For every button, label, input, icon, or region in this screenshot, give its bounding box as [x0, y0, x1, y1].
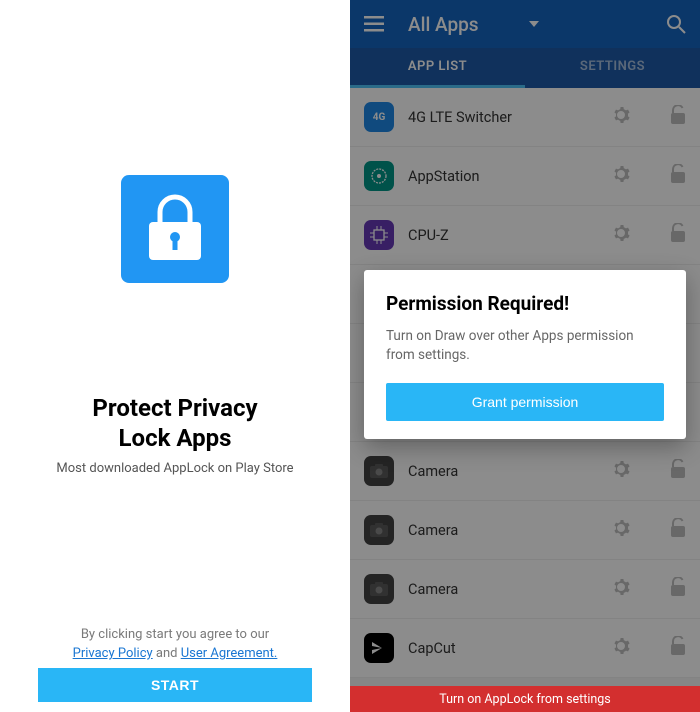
app-name-label: CPU-Z: [408, 227, 598, 244]
dropdown-icon[interactable]: [529, 21, 539, 27]
app-icon: [364, 515, 394, 545]
menu-icon[interactable]: [364, 16, 384, 32]
tab-settings[interactable]: SETTINGS: [525, 48, 700, 88]
app-row[interactable]: Camera: [350, 501, 700, 560]
app-icon: [364, 220, 394, 250]
dialog-body: Turn on Draw over other Apps permission …: [386, 327, 664, 365]
app-row[interactable]: CPU-Z: [350, 206, 700, 265]
lock-icon: [145, 194, 205, 264]
tab-app-list[interactable]: APP LIST: [350, 48, 525, 88]
app-name-label: CapCut: [408, 640, 598, 657]
gear-icon[interactable]: [612, 224, 630, 246]
app-icon: [364, 574, 394, 604]
gear-icon[interactable]: [612, 165, 630, 187]
app-row[interactable]: 4G 4G LTE Switcher: [350, 88, 700, 147]
toolbar-title[interactable]: All Apps: [408, 13, 479, 36]
app-name-label: AppStation: [408, 168, 598, 185]
appstation-icon: [370, 167, 388, 185]
start-button[interactable]: START: [38, 668, 312, 702]
app-logo: [121, 175, 229, 283]
camera-icon: [370, 582, 388, 596]
app-name-label: Camera: [408, 581, 598, 598]
gear-icon[interactable]: [612, 106, 630, 128]
app-list-screen: All Apps APP LIST SETTINGS 4G 4G LTE Swit…: [350, 0, 700, 712]
gear-icon[interactable]: [612, 460, 630, 482]
lock-open-icon[interactable]: [670, 105, 686, 129]
agreement-and: and: [153, 646, 181, 661]
gear-icon[interactable]: [612, 519, 630, 541]
title-line-2: Lock Apps: [92, 423, 257, 453]
camera-icon: [370, 464, 388, 478]
capcut-icon: [370, 639, 388, 657]
onboarding-subtitle: Most downloaded AppLock on Play Store: [56, 461, 293, 476]
lock-open-icon[interactable]: [670, 223, 686, 247]
lock-open-icon[interactable]: [670, 636, 686, 660]
app-icon: [364, 633, 394, 663]
lock-open-icon[interactable]: [670, 577, 686, 601]
app-icon: 4G: [364, 102, 394, 132]
app-icon: [364, 456, 394, 486]
app-row[interactable]: CapCut: [350, 619, 700, 678]
app-name-label: Camera: [408, 463, 598, 480]
title-line-1: Protect Privacy: [92, 393, 257, 423]
toolbar: All Apps: [350, 0, 700, 48]
onboarding-title: Protect Privacy Lock Apps: [92, 393, 257, 453]
app-row[interactable]: Camera: [350, 442, 700, 501]
privacy-policy-link[interactable]: Privacy Policy: [73, 646, 153, 661]
app-icon: [364, 161, 394, 191]
agreement-text: By clicking start you agree to our Priva…: [0, 626, 350, 664]
user-agreement-link[interactable]: User Agreement.: [181, 646, 278, 661]
camera-icon: [370, 523, 388, 537]
app-row[interactable]: AppStation: [350, 147, 700, 206]
dialog-title: Permission Required!: [386, 292, 664, 315]
lock-open-icon[interactable]: [670, 164, 686, 188]
onboarding-panel: Protect Privacy Lock Apps Most downloade…: [0, 0, 350, 712]
gear-icon[interactable]: [612, 637, 630, 659]
search-icon[interactable]: [666, 14, 686, 34]
cpu-icon: [370, 226, 388, 244]
bottom-warning-bar[interactable]: Turn on AppLock from settings: [350, 686, 700, 712]
permission-dialog: Permission Required! Turn on Draw over o…: [364, 270, 686, 439]
app-name-label: Camera: [408, 522, 598, 539]
app-name-label: 4G LTE Switcher: [408, 109, 598, 126]
tabs: APP LIST SETTINGS: [350, 48, 700, 88]
agreement-prefix: By clicking start you agree to our: [0, 626, 350, 645]
lock-open-icon[interactable]: [670, 518, 686, 542]
grant-permission-button[interactable]: Grant permission: [386, 383, 664, 421]
app-row[interactable]: Camera: [350, 560, 700, 619]
lock-open-icon[interactable]: [670, 459, 686, 483]
gear-icon[interactable]: [612, 578, 630, 600]
